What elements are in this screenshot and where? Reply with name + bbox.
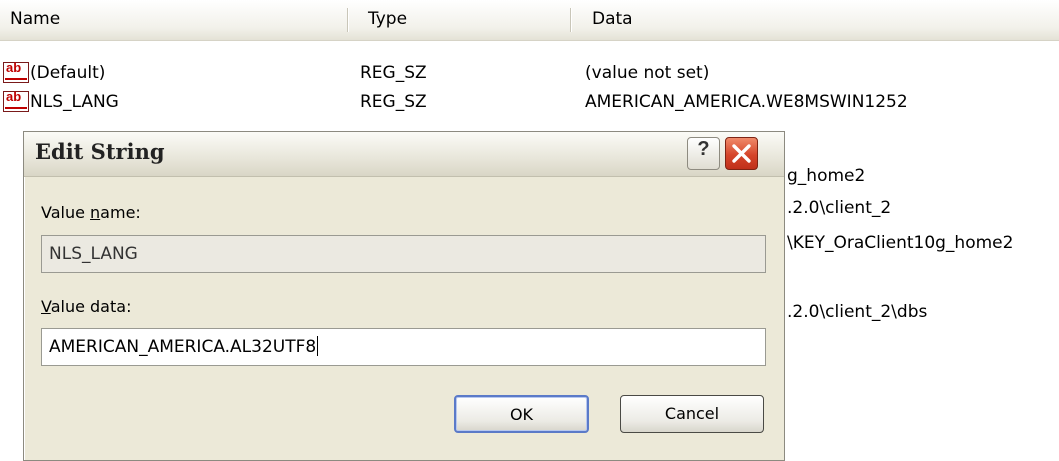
column-header-data[interactable]: Data	[582, 0, 1059, 40]
value-data-partial[interactable]: g_home2	[787, 163, 865, 189]
value-data-partial[interactable]: .2.0\client_2\dbs	[787, 299, 927, 325]
value-data-text: AMERICAN_AMERICA.AL32UTF8	[49, 337, 317, 357]
value-name-field[interactable]: NLS_LANG	[41, 235, 766, 273]
value-type: REG_SZ	[360, 63, 427, 83]
column-header-type[interactable]: Type	[358, 0, 570, 40]
registry-string-icon: ab	[3, 60, 29, 83]
question-mark-icon: ?	[697, 138, 710, 160]
close-button[interactable]	[725, 137, 758, 170]
list-header: Name Type Data	[0, 0, 1059, 41]
value-type: REG_SZ	[360, 92, 427, 112]
value-data-partial[interactable]: \KEY_OraClient10g_home2	[787, 230, 1013, 256]
value-data: AMERICAN_AMERICA.WE8MSWIN1252	[585, 92, 908, 112]
value-data-partial[interactable]: .2.0\client_2	[787, 195, 891, 221]
column-divider[interactable]	[347, 8, 348, 32]
value-name-label: Value name:	[41, 203, 141, 222]
registry-row[interactable]: ab (Default) REG_SZ (value not set)	[0, 60, 1059, 86]
edit-string-dialog: Edit String ? Value name: NLS_LANG Value…	[23, 131, 785, 461]
value-data-label: Value data:	[41, 297, 132, 316]
dialog-title-bar[interactable]: Edit String ?	[24, 132, 784, 177]
value-data: (value not set)	[585, 63, 710, 83]
column-divider[interactable]	[570, 8, 571, 32]
help-button[interactable]: ?	[687, 137, 720, 170]
text-cursor	[317, 336, 319, 356]
registry-string-icon: ab	[3, 89, 29, 112]
ok-button[interactable]: OK	[454, 395, 589, 433]
value-data-input[interactable]: AMERICAN_AMERICA.AL32UTF8	[41, 328, 766, 366]
column-header-name[interactable]: Name	[0, 0, 347, 40]
registry-row[interactable]: ab NLS_LANG REG_SZ AMERICAN_AMERICA.WE8M…	[0, 89, 1059, 115]
close-icon	[732, 144, 751, 163]
cancel-button[interactable]: Cancel	[620, 395, 764, 433]
value-name: (Default)	[30, 63, 106, 83]
dialog-title: Edit String	[35, 139, 165, 164]
value-name: NLS_LANG	[30, 92, 119, 112]
